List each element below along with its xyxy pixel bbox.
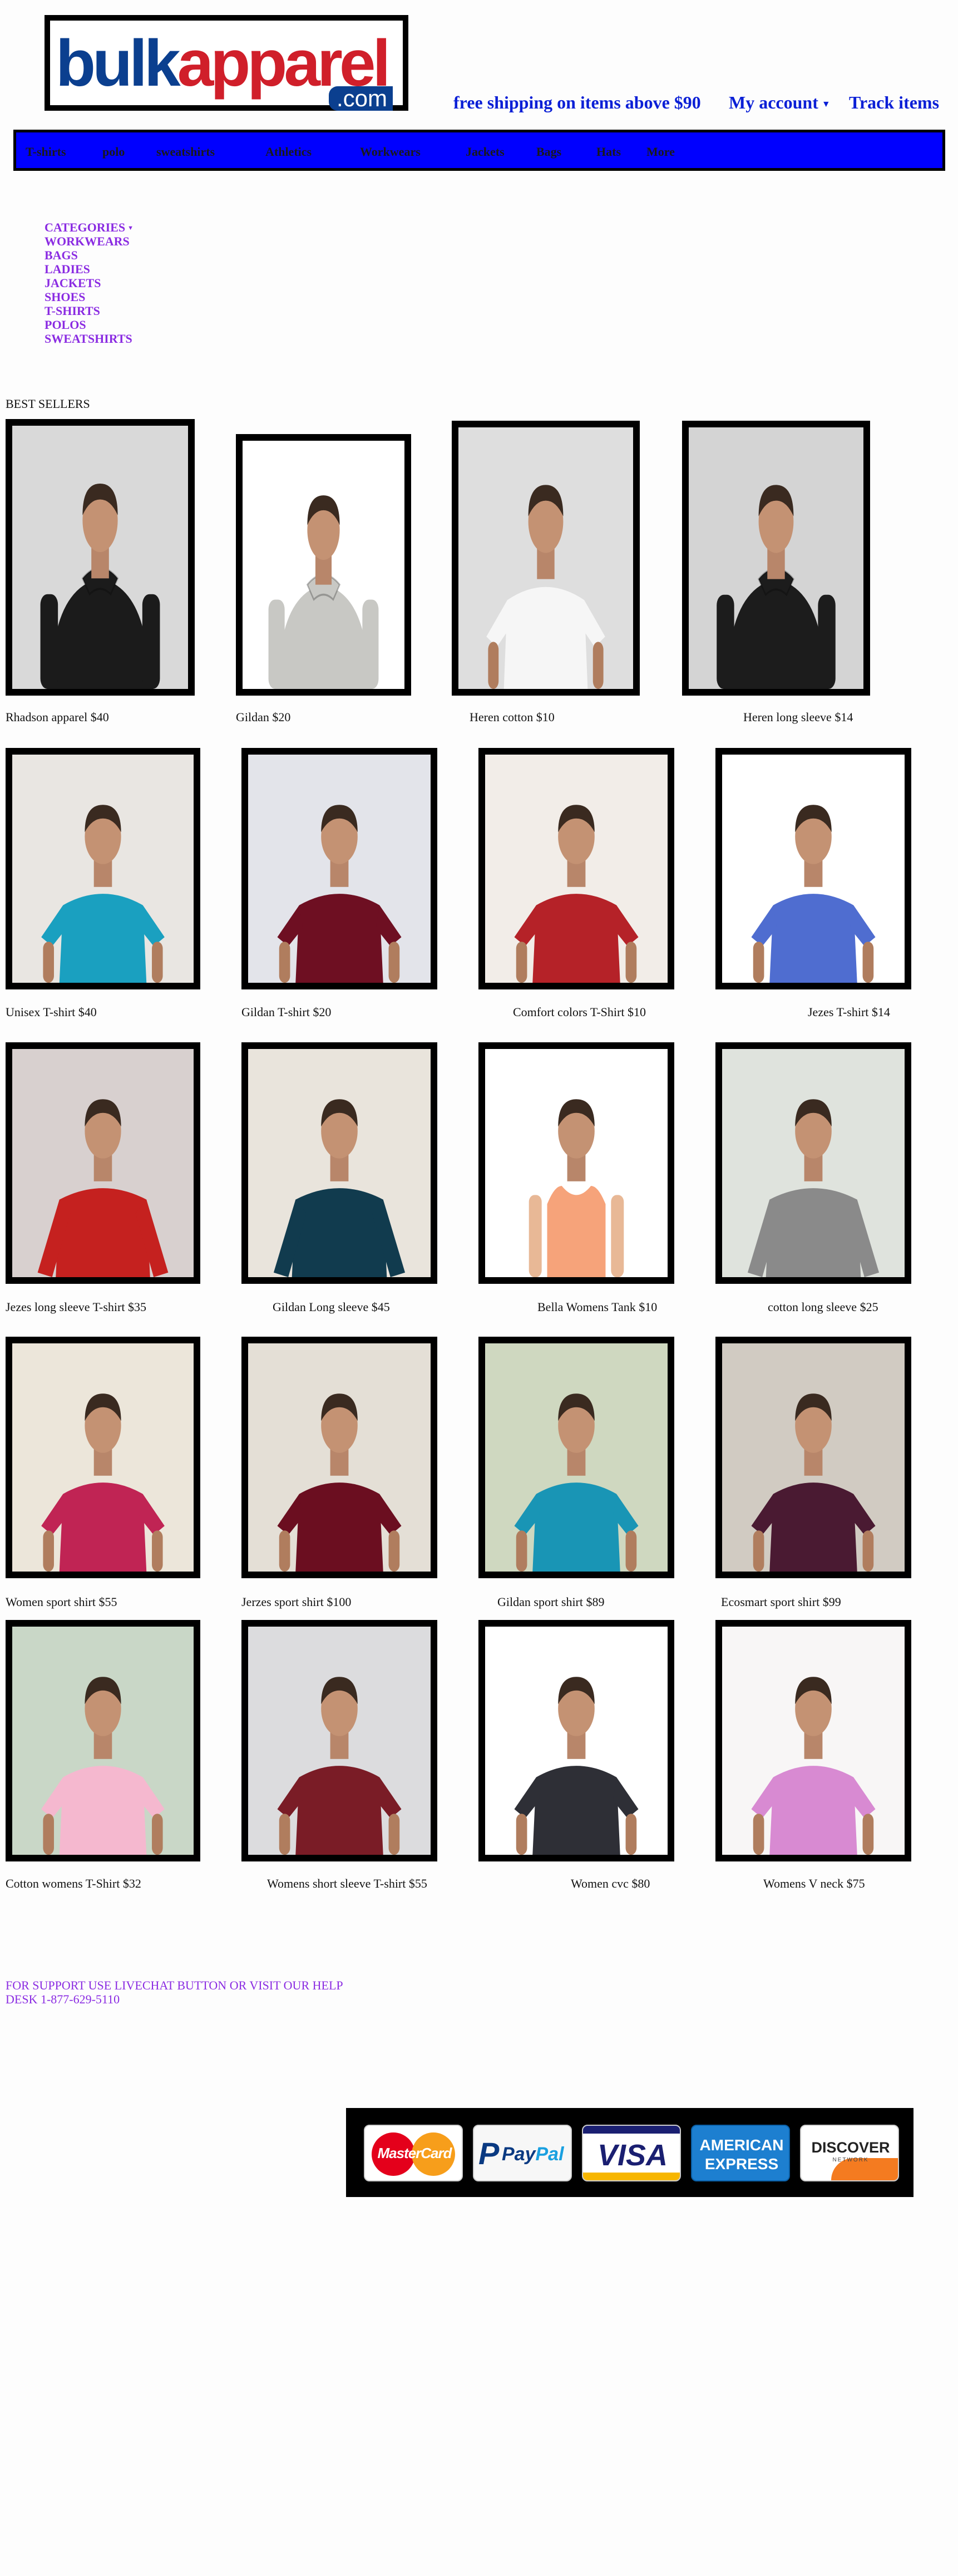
product-image[interactable]: [478, 1042, 674, 1284]
product-caption[interactable]: Womens V neck $75: [763, 1876, 865, 1891]
main-nav: T-shirts polo sweatshirts Athletics Work…: [13, 130, 945, 171]
support-text: FOR SUPPORT USE LIVECHAT BUTTON OR VISIT…: [6, 1978, 343, 2006]
product-image[interactable]: [6, 748, 200, 989]
nav-item-athletics[interactable]: Athletics: [265, 145, 312, 159]
nav-item-workwears[interactable]: Workwears: [360, 145, 421, 159]
product-caption[interactable]: Jezes long sleeve T-shirt $35: [6, 1300, 146, 1314]
paypal-logo: P PayPal: [473, 2125, 572, 2181]
product-caption[interactable]: Unisex T-shirt $40: [6, 1005, 97, 1019]
product-caption[interactable]: Womens short sleeve T-shirt $55: [267, 1876, 427, 1891]
nav-item-jackets[interactable]: Jackets: [466, 145, 505, 159]
product-image[interactable]: [6, 419, 195, 696]
product-image[interactable]: [715, 1620, 911, 1861]
payment-methods: MasterCard P PayPal VISA AMERICAN EXPRESS…: [346, 2108, 913, 2197]
nav-item-bags[interactable]: Bags: [536, 145, 561, 159]
nav-item-sweatshirts[interactable]: sweatshirts: [156, 145, 215, 159]
product-caption[interactable]: cotton long sleeve $25: [768, 1300, 878, 1314]
category-link-sweatshirts[interactable]: SWEATSHIRTS: [45, 332, 132, 346]
chevron-down-icon: ▼: [821, 99, 831, 109]
chevron-down-icon: ▼: [127, 225, 134, 232]
category-link-bags[interactable]: BAGS: [45, 248, 78, 262]
track-items-link[interactable]: Track items: [849, 92, 939, 113]
categories-dropdown[interactable]: CATEGORIES ▼: [45, 220, 134, 235]
product-image[interactable]: [241, 748, 437, 989]
categories-heading: CATEGORIES: [45, 220, 126, 234]
product-image[interactable]: [241, 1337, 437, 1578]
product-caption[interactable]: Gildan Long sleeve $45: [273, 1300, 390, 1314]
product-caption[interactable]: Gildan sport shirt $89: [497, 1595, 605, 1609]
category-link-polos[interactable]: POLOS: [45, 318, 86, 332]
product-image[interactable]: [6, 1042, 200, 1284]
logo-dotcom: .com: [328, 86, 393, 111]
product-caption[interactable]: Ecosmart sport shirt $99: [721, 1595, 841, 1609]
product-caption[interactable]: Gildan T-shirt $20: [241, 1005, 331, 1019]
product-caption[interactable]: Jezes T-shirt $14: [808, 1005, 890, 1019]
category-link-tshirts[interactable]: T-SHIRTS: [45, 304, 100, 318]
product-image[interactable]: [452, 421, 640, 696]
product-image[interactable]: [241, 1620, 437, 1861]
product-caption[interactable]: Heren long sleeve $14: [743, 710, 853, 725]
product-image[interactable]: [236, 434, 411, 696]
product-image[interactable]: [682, 421, 870, 696]
product-image[interactable]: [478, 748, 674, 989]
amex-logo: AMERICAN EXPRESS: [691, 2125, 790, 2181]
category-link-jackets[interactable]: JACKETS: [45, 276, 101, 290]
best-sellers-title: BEST SELLERS: [6, 397, 90, 411]
category-link-ladies[interactable]: LADIES: [45, 262, 90, 276]
mastercard-logo: MasterCard: [364, 2125, 463, 2181]
product-image[interactable]: [6, 1337, 200, 1578]
nav-item-more[interactable]: More: [646, 145, 675, 159]
nav-item-hats[interactable]: Hats: [596, 145, 621, 159]
product-image[interactable]: [715, 748, 911, 989]
product-image[interactable]: [241, 1042, 437, 1284]
product-image[interactable]: [478, 1337, 674, 1578]
product-caption[interactable]: Women cvc $80: [571, 1876, 650, 1891]
product-image[interactable]: [715, 1042, 911, 1284]
visa-logo: VISA: [582, 2125, 681, 2181]
category-link-shoes[interactable]: SHOES: [45, 290, 85, 304]
product-caption[interactable]: Bella Womens Tank $10: [537, 1300, 657, 1314]
product-caption[interactable]: Cotton womens T-Shirt $32: [6, 1876, 141, 1891]
product-caption[interactable]: Gildan $20: [236, 710, 290, 725]
product-image[interactable]: [478, 1620, 674, 1861]
product-caption[interactable]: Rhadson apparel $40: [6, 710, 109, 725]
category-link-workwears[interactable]: WORKWEARS: [45, 234, 130, 248]
discover-logo: DISCOVER NETWORK: [800, 2125, 899, 2181]
nav-item-polo[interactable]: polo: [102, 145, 125, 159]
my-account-menu[interactable]: My account ▼: [729, 92, 831, 113]
product-image[interactable]: [6, 1620, 200, 1861]
product-caption[interactable]: Comfort colors T-Shirt $10: [513, 1005, 646, 1019]
my-account-label: My account: [729, 92, 818, 112]
site-logo[interactable]: bulkapparel .com: [45, 15, 408, 111]
product-caption[interactable]: Jerzes sport shirt $100: [241, 1595, 351, 1609]
product-caption[interactable]: Women sport shirt $55: [6, 1595, 117, 1609]
product-image[interactable]: [715, 1337, 911, 1578]
free-shipping-banner: free shipping on items above $90: [453, 92, 701, 112]
product-caption[interactable]: Heren cotton $10: [470, 710, 555, 725]
nav-item-tshirts[interactable]: T-shirts: [26, 145, 66, 159]
